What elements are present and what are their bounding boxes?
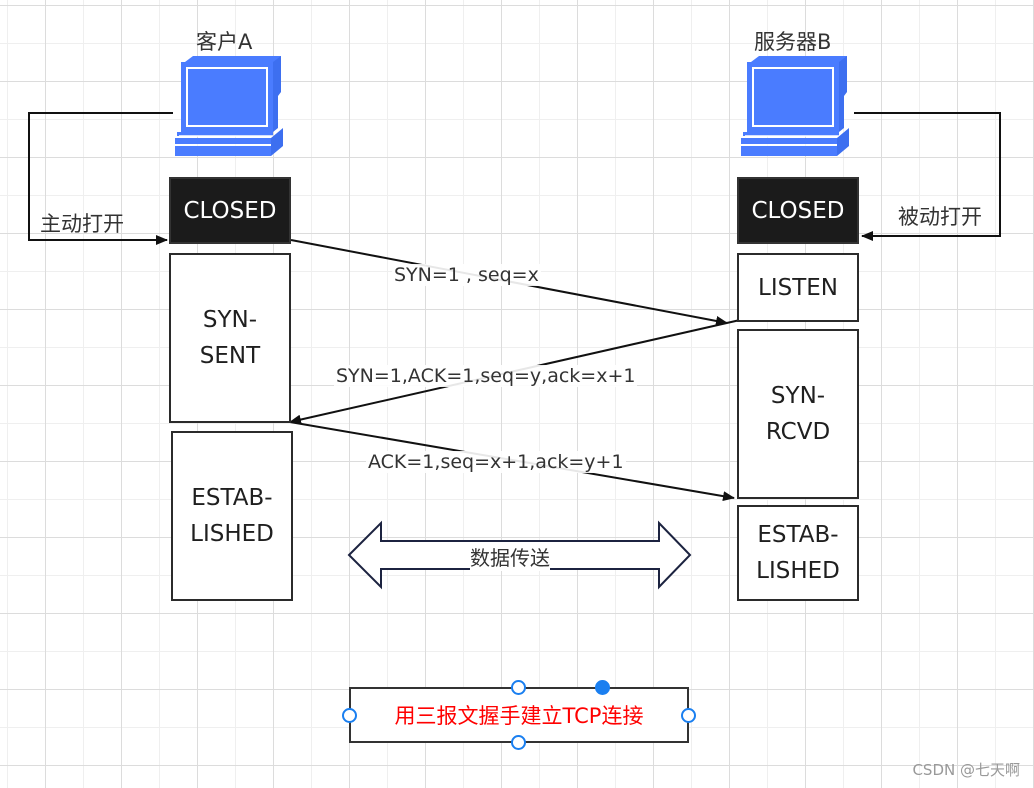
server-state-listen: LISTEN	[737, 253, 859, 322]
state-label: ESTAB- LISHED	[190, 485, 274, 547]
diagram-title: 用三报文握手建立TCP连接	[394, 704, 644, 728]
syn-message-label: SYN=1 , seq=x	[392, 264, 541, 286]
rotate-handle[interactable]	[595, 680, 610, 695]
diagram-canvas	[28, 55, 1001, 590]
watermark: CSDN @七天啊	[912, 761, 1020, 779]
client-state-syn-sent: SYN- SENT	[169, 253, 291, 423]
client-state-closed: CLOSED	[169, 177, 291, 244]
resize-handle-left[interactable]	[342, 708, 357, 723]
server-name: 服务器B	[754, 30, 832, 54]
client-name: 客户A	[196, 30, 253, 54]
server-state-closed: CLOSED	[737, 177, 859, 244]
ack-message-label: ACK=1,seq=x+1,ack=y+1	[366, 451, 626, 473]
state-label: CLOSED	[751, 197, 845, 224]
active-open-label: 主动打开	[40, 212, 124, 236]
server-state-syn-rcvd: SYN- RCVD	[737, 329, 859, 499]
state-label: SYN- SENT	[199, 307, 261, 369]
resize-handle-bottom[interactable]	[511, 735, 526, 750]
passive-open-label: 被动打开	[898, 205, 982, 229]
resize-handle-right[interactable]	[681, 708, 696, 723]
syn-ack-message-label: SYN=1,ACK=1,seq=y,ack=x+1	[334, 365, 638, 387]
server-state-established: ESTAB- LISHED	[737, 505, 859, 601]
state-label: CLOSED	[183, 197, 277, 224]
state-label: LISTEN	[758, 274, 838, 301]
server-computer-icon	[740, 55, 850, 157]
resize-handle-top[interactable]	[511, 680, 526, 695]
client-computer-icon	[174, 55, 284, 157]
client-state-established: ESTAB- LISHED	[171, 431, 293, 601]
state-label: ESTAB- LISHED	[756, 522, 840, 584]
state-label: SYN- RCVD	[765, 383, 831, 445]
data-transfer-label: 数据传送	[470, 542, 550, 571]
